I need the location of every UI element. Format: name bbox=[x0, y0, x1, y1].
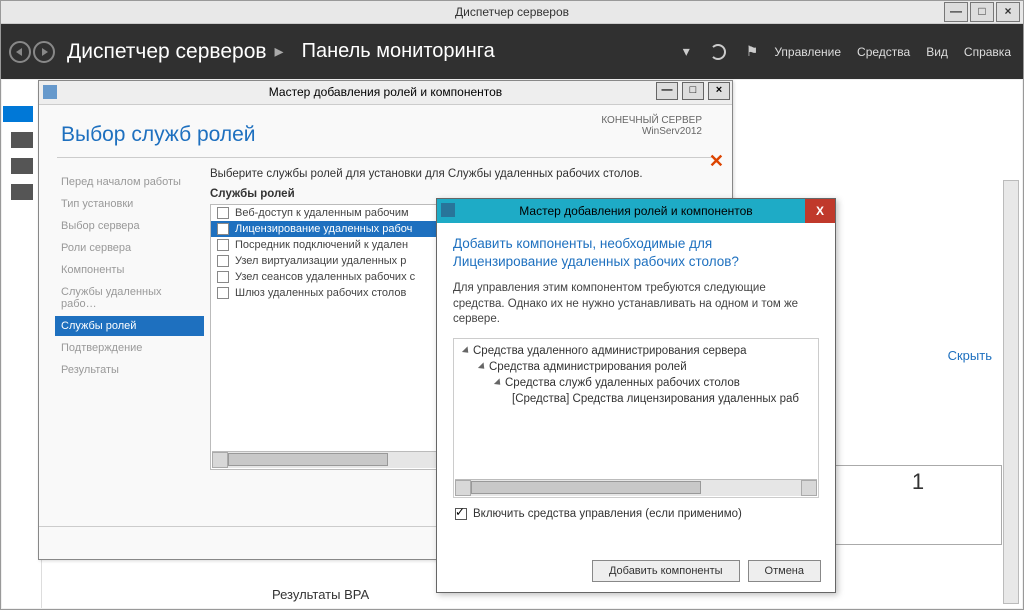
nav-features[interactable]: Компоненты bbox=[55, 260, 204, 280]
role-tile[interactable]: 1 bbox=[832, 465, 1002, 545]
nav-before-you-begin[interactable]: Перед началом работы bbox=[55, 172, 204, 192]
wizard-icon bbox=[43, 85, 57, 99]
wizard-nav: Перед началом работы Тип установки Выбор… bbox=[39, 166, 204, 526]
add-features-dialog: Мастер добавления ролей и компонентов X … bbox=[436, 198, 836, 593]
nav-server-selection[interactable]: Выбор сервера bbox=[55, 216, 204, 236]
checkbox-icon[interactable] bbox=[217, 271, 229, 283]
sidebar-role-icon[interactable] bbox=[11, 184, 33, 200]
cancel-button[interactable]: Отмена bbox=[748, 560, 821, 582]
tree-rsat: Средства удаленного администрирования се… bbox=[473, 345, 746, 357]
tree-rds-tools: Средства служб удаленных рабочих столов bbox=[505, 377, 740, 389]
sidebar-all-icon[interactable] bbox=[11, 158, 33, 174]
wizard-minimize-button[interactable]: — bbox=[656, 82, 678, 100]
menu-manage[interactable]: Управление bbox=[774, 45, 841, 59]
app-minimize-button[interactable]: — bbox=[944, 2, 968, 22]
dialog-close-button[interactable]: X bbox=[805, 199, 835, 223]
dialog-question: Добавить компоненты, необходимые для Лиц… bbox=[453, 235, 819, 271]
nav-rds[interactable]: Службы удаленных рабо… bbox=[55, 282, 204, 314]
dialog-title: Мастер добавления ролей и компонентов bbox=[519, 204, 752, 218]
nav-server-roles[interactable]: Роли сервера bbox=[55, 238, 204, 258]
include-tools-checkbox[interactable]: Включить средства управления (если приме… bbox=[455, 508, 819, 520]
checkbox-icon[interactable] bbox=[217, 207, 229, 219]
tile-value: 1 bbox=[912, 469, 924, 494]
hide-link[interactable]: Скрыть bbox=[948, 348, 992, 363]
tree-h-scrollbar[interactable] bbox=[455, 479, 817, 496]
wizard-instructions: Выберите службы ролей для установки для … bbox=[210, 168, 716, 180]
dialog-titlebar[interactable]: Мастер добавления ролей и компонентов X bbox=[437, 199, 835, 223]
menu-tools[interactable]: Средства bbox=[857, 45, 910, 59]
breadcrumb-current[interactable]: Панель мониторинга bbox=[302, 40, 495, 63]
dest-server: WinServ2012 bbox=[601, 126, 702, 137]
wizard-titlebar[interactable]: Мастер добавления ролей и компонентов — … bbox=[39, 81, 732, 105]
tree-role-admin: Средства администрирования ролей bbox=[489, 361, 687, 373]
add-features-button[interactable]: Добавить компоненты bbox=[592, 560, 740, 582]
features-tree[interactable]: Средства удаленного администрирования се… bbox=[453, 338, 819, 498]
include-tools-label: Включить средства управления (если приме… bbox=[473, 508, 742, 520]
app-maximize-button[interactable]: □ bbox=[970, 2, 994, 22]
nav-back-icon[interactable] bbox=[9, 41, 31, 63]
checkbox-icon[interactable] bbox=[217, 255, 229, 267]
main-scrollbar[interactable] bbox=[1003, 180, 1019, 604]
app-close-button[interactable]: × bbox=[996, 2, 1020, 22]
nav-confirmation[interactable]: Подтверждение bbox=[55, 338, 204, 358]
dropdown-icon[interactable]: ▾ bbox=[683, 43, 690, 60]
app-title: Диспетчер серверов bbox=[455, 5, 569, 19]
sidebar bbox=[2, 80, 42, 608]
bpa-label: Результаты BPA bbox=[272, 587, 369, 602]
tree-licensing-tools: [Средства] Средства лицензирования удале… bbox=[512, 393, 799, 405]
dest-label: КОНЕЧНЫЙ СЕРВЕР bbox=[601, 115, 702, 126]
nav-role-services[interactable]: Службы ролей bbox=[55, 316, 204, 336]
breadcrumb-sep-icon: ▸ bbox=[275, 41, 284, 62]
wizard-title: Мастер добавления ролей и компонентов bbox=[269, 85, 502, 99]
checkbox-icon[interactable] bbox=[217, 239, 229, 251]
dialog-paragraph: Для управления этим компонентом требуютс… bbox=[453, 281, 819, 328]
expand-icon[interactable] bbox=[478, 362, 487, 371]
checkbox-icon[interactable] bbox=[217, 287, 229, 299]
wizard-maximize-button[interactable]: □ bbox=[682, 82, 704, 100]
sidebar-local-icon[interactable] bbox=[11, 132, 33, 148]
nav-results[interactable]: Результаты bbox=[55, 360, 204, 380]
menu-view[interactable]: Вид bbox=[926, 45, 948, 59]
app-header: Диспетчер серверов ▸ Панель мониторинга … bbox=[1, 24, 1023, 79]
nav-forward-icon[interactable] bbox=[33, 41, 55, 63]
menu-help[interactable]: Справка bbox=[964, 45, 1011, 59]
nav-install-type[interactable]: Тип установки bbox=[55, 194, 204, 214]
sidebar-dashboard-icon[interactable] bbox=[11, 106, 33, 122]
wizard-header: Выбор служб ролей КОНЕЧНЫЙ СЕРВЕР WinSer… bbox=[39, 105, 732, 157]
dialog-icon bbox=[441, 203, 455, 217]
wizard-destination: КОНЕЧНЫЙ СЕРВЕР WinServ2012 bbox=[601, 115, 702, 137]
app-titlebar[interactable]: Диспетчер серверов — □ × bbox=[1, 1, 1023, 24]
checkbox-icon[interactable] bbox=[217, 223, 229, 235]
refresh-icon[interactable] bbox=[710, 43, 726, 60]
breadcrumb-root[interactable]: Диспетчер серверов bbox=[67, 40, 267, 64]
wizard-close-button[interactable]: × bbox=[708, 82, 730, 100]
flag-icon[interactable]: ⚑ bbox=[746, 43, 759, 60]
expand-icon[interactable] bbox=[494, 378, 503, 387]
expand-icon[interactable] bbox=[462, 346, 471, 355]
checkbox-checked-icon[interactable] bbox=[455, 508, 467, 520]
